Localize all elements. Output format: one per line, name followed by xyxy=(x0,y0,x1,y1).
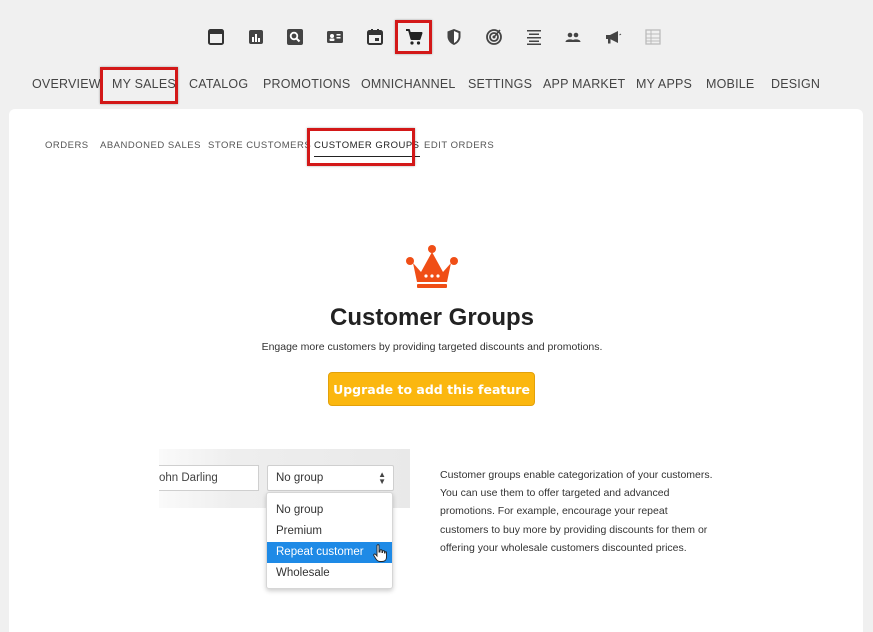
select-arrows-icon: ▲ ▼ xyxy=(378,470,386,486)
grid-icon[interactable] xyxy=(640,24,666,50)
upgrade-button[interactable]: Upgrade to add this feature xyxy=(328,372,535,406)
contacts-icon[interactable] xyxy=(322,24,348,50)
feature-description: Customer groups enable categorization of… xyxy=(440,469,713,554)
cart-icon[interactable] xyxy=(401,24,427,50)
calendar-icon[interactable] xyxy=(362,24,388,50)
security-icon[interactable] xyxy=(441,24,467,50)
main-nav: OVERVIEW MY SALES CATALOG PROMOTIONS OMN… xyxy=(0,67,873,104)
subnav-edit-orders[interactable]: EDIT ORDERS xyxy=(424,140,494,151)
nav-my-apps[interactable]: MY APPS xyxy=(636,77,692,91)
dropdown-option-wholesale: Wholesale xyxy=(276,567,330,579)
subnav-abandoned-sales[interactable]: ABANDONED SALES xyxy=(100,140,201,151)
crown-icon xyxy=(406,245,458,288)
subnav-orders[interactable]: ORDERS xyxy=(45,140,89,151)
target-icon[interactable] xyxy=(481,24,507,50)
nav-catalog[interactable]: CATALOG xyxy=(189,77,248,91)
megaphone-icon[interactable] xyxy=(600,24,626,50)
page-title: Customer Groups xyxy=(329,304,535,331)
hand-cursor-icon xyxy=(373,544,387,562)
nav-promotions[interactable]: PROMOTIONS xyxy=(263,77,350,91)
group-select: No group ▲ ▼ xyxy=(267,465,394,491)
nav-overview[interactable]: OVERVIEW xyxy=(32,77,101,91)
search-icon[interactable] xyxy=(282,24,308,50)
analytics-icon[interactable] xyxy=(243,24,269,50)
align-icon[interactable] xyxy=(521,24,547,50)
nav-my-sales[interactable]: MY SALES xyxy=(112,77,176,91)
content-card: ORDERS ABANDONED SALES STORE CUSTOMERS C… xyxy=(9,109,863,632)
nav-app-market[interactable]: APP MARKET xyxy=(543,77,625,91)
subnav-customer-groups[interactable]: CUSTOMER GROUPS xyxy=(314,140,420,157)
people-icon[interactable] xyxy=(560,24,586,50)
customer-name-field: ohn Darling xyxy=(159,465,259,491)
nav-omnichannel[interactable]: OMNICHANNEL xyxy=(361,77,456,91)
nav-settings[interactable]: SETTINGS xyxy=(468,77,532,91)
top-icon-toolbar xyxy=(0,20,873,54)
dropdown-option-no-group: No group xyxy=(276,504,324,516)
subnav-store-customers[interactable]: STORE CUSTOMERS xyxy=(208,140,311,151)
website-icon[interactable] xyxy=(203,24,229,50)
group-dropdown: No group Premium Repeat customer Wholesa… xyxy=(266,492,393,589)
nav-design[interactable]: DESIGN xyxy=(771,77,820,91)
nav-mobile[interactable]: MOBILE xyxy=(706,77,754,91)
page-subtitle: Engage more customers by providing targe… xyxy=(261,341,603,353)
group-select-value: No group xyxy=(276,472,324,484)
dropdown-option-premium: Premium xyxy=(276,525,323,537)
